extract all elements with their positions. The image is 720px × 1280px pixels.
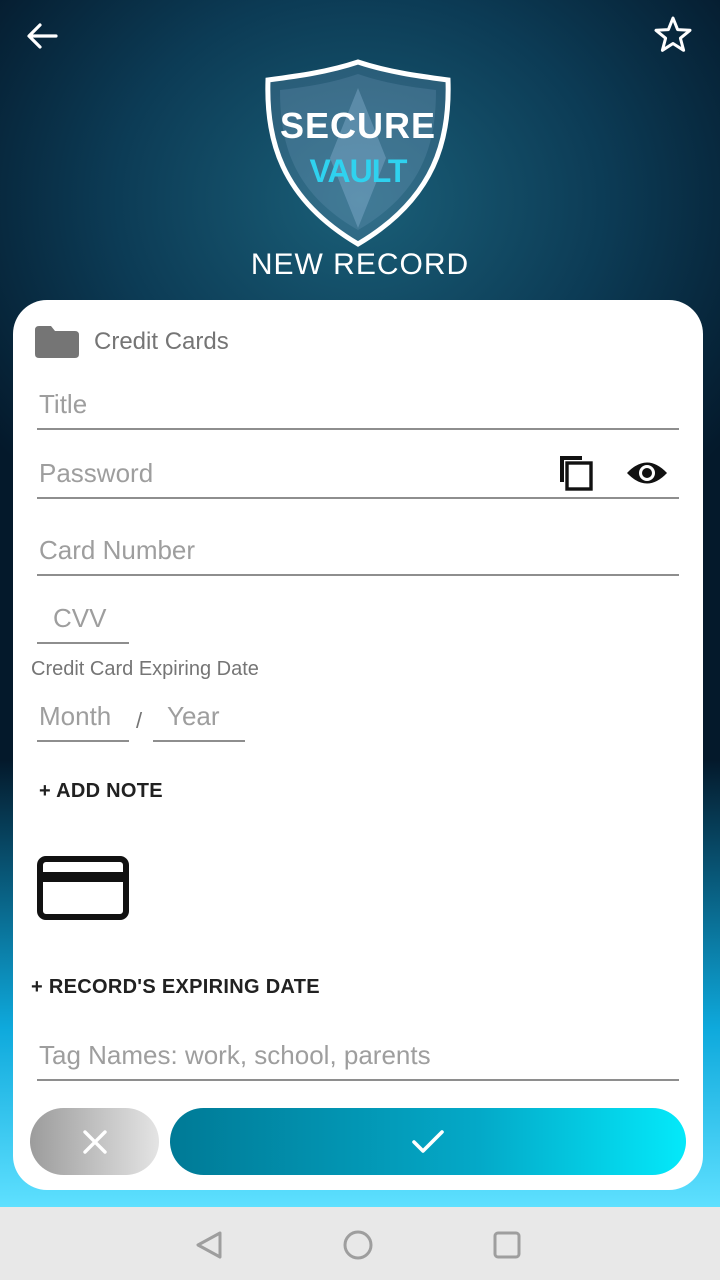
check-icon	[412, 1129, 444, 1153]
cancel-button[interactable]	[30, 1108, 159, 1175]
category-label[interactable]: Credit Cards	[94, 328, 229, 356]
save-button[interactable]	[170, 1108, 686, 1175]
star-icon[interactable]	[652, 14, 694, 56]
back-arrow-icon[interactable]	[22, 16, 62, 56]
credit-card-icon[interactable]	[37, 856, 129, 920]
page-title: NEW RECORD	[250, 248, 470, 281]
year-field[interactable]: Year	[153, 690, 245, 742]
system-navigation-bar	[0, 1207, 720, 1280]
date-separator: /	[136, 708, 143, 733]
nav-home-icon[interactable]	[338, 1225, 378, 1265]
tags-placeholder: Tag Names: work, school, parents	[39, 1040, 431, 1070]
logo-text-vault: VAULT	[309, 153, 408, 189]
year-placeholder: Year	[167, 701, 220, 731]
folder-icon[interactable]	[35, 326, 79, 358]
title-field[interactable]: Title	[37, 378, 679, 430]
record-expiring-date-button[interactable]: + RECORD'S EXPIRING DATE	[31, 976, 320, 999]
copy-icon[interactable]	[556, 452, 596, 492]
month-field[interactable]: Month	[37, 690, 129, 742]
card-number-placeholder: Card Number	[39, 535, 196, 565]
eye-icon[interactable]	[625, 458, 669, 488]
nav-recents-icon[interactable]	[487, 1225, 527, 1265]
month-placeholder: Month	[39, 701, 112, 731]
close-icon	[82, 1129, 107, 1154]
tags-field[interactable]: Tag Names: work, school, parents	[37, 1031, 679, 1081]
add-note-button[interactable]: + ADD NOTE	[39, 780, 163, 803]
cvv-placeholder: CVV	[53, 603, 107, 633]
card-number-field[interactable]: Card Number	[37, 524, 679, 576]
title-placeholder: Title	[39, 389, 88, 419]
expiring-date-label: Credit Card Expiring Date	[31, 658, 259, 680]
cvv-field[interactable]: CVV	[37, 592, 129, 644]
record-form-card: Credit Cards Title Password Card Number …	[13, 300, 703, 1190]
logo-text-secure: SECURE	[279, 105, 437, 146]
nav-back-icon[interactable]	[190, 1225, 230, 1265]
password-placeholder: Password	[39, 458, 154, 488]
